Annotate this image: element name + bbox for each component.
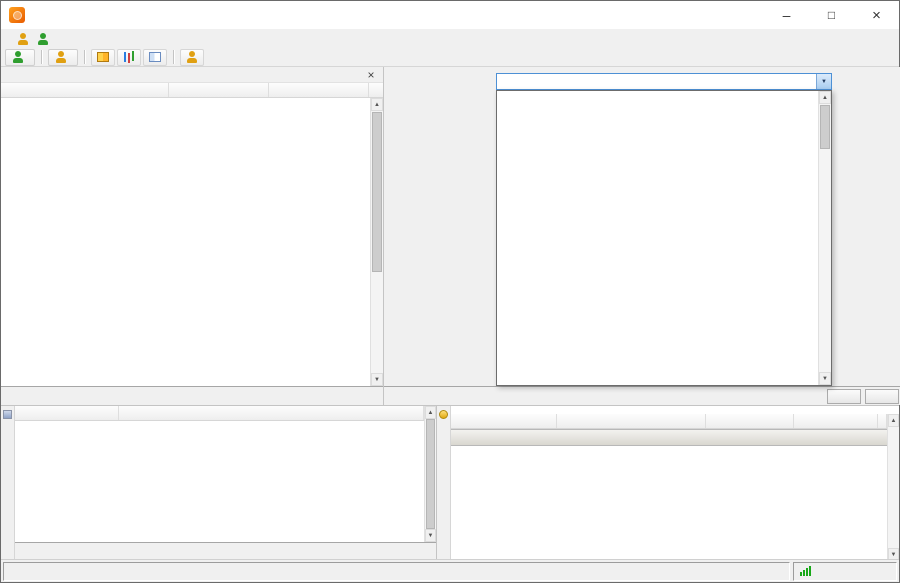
symbol-dropdown (496, 90, 832, 386)
layout-button[interactable] (143, 49, 167, 66)
connect-icon[interactable] (37, 33, 49, 45)
accounts-header (451, 414, 887, 429)
toolbar-separator (84, 50, 85, 64)
toolbar-separator (41, 50, 42, 64)
market-watch-rows (1, 98, 383, 386)
toolbar (1, 48, 899, 67)
new-account-icon (55, 51, 67, 63)
message-column-header[interactable] (119, 406, 424, 420)
orders-history-tabstrip (384, 386, 900, 405)
tick-chart-button[interactable] (117, 49, 141, 66)
account-icon (186, 51, 198, 63)
accounts-side-tab[interactable] (437, 406, 451, 561)
market-watch-panel (1, 67, 384, 405)
scroll-down-icon[interactable] (425, 529, 436, 542)
menu-bar (1, 29, 899, 48)
close-icon[interactable] (364, 69, 378, 81)
scroll-down-icon[interactable] (371, 373, 383, 386)
market-watch-scrollbar[interactable] (370, 98, 383, 386)
scroll-up-icon[interactable] (425, 406, 436, 419)
market-watch-header (1, 83, 383, 98)
level-column-header[interactable] (878, 414, 887, 428)
symbol-combobox[interactable] (496, 73, 832, 90)
bid-column-header[interactable] (169, 83, 269, 97)
accounts-scrollbar[interactable] (887, 414, 899, 561)
journal-panel (1, 405, 437, 561)
accounts-icon[interactable] (17, 33, 29, 45)
window-controls (764, 1, 899, 29)
toolbar-separator (173, 50, 174, 64)
time-column-header[interactable] (15, 406, 119, 420)
market-watch-caption (1, 67, 383, 83)
scroll-up-icon[interactable] (888, 414, 899, 427)
app-icon (9, 7, 25, 23)
connect-all-icon (12, 51, 24, 63)
login-column-header[interactable] (451, 414, 557, 428)
menu-quick-icons (17, 33, 49, 45)
scrollbar-thumb[interactable] (820, 105, 830, 149)
status-help-text (3, 562, 790, 581)
journal-table (15, 406, 424, 542)
accounts-panel (437, 405, 899, 561)
order-panel (384, 67, 900, 405)
titlebar (1, 1, 899, 29)
status-traffic-cell (793, 562, 897, 581)
name-column-header[interactable] (557, 414, 706, 428)
toolbox-icon (3, 410, 12, 419)
scrollbar-thumb[interactable] (426, 419, 435, 529)
journal-header (15, 406, 424, 421)
close-button[interactable] (854, 1, 899, 29)
accounts-table (451, 414, 887, 561)
grid-icon (97, 52, 109, 62)
connect-all-button[interactable] (5, 49, 35, 66)
toolbox-side-tab[interactable] (1, 406, 15, 561)
market-watch-button[interactable] (91, 49, 115, 66)
ask-column-header[interactable] (269, 83, 369, 97)
market-watch-tabs (1, 386, 383, 405)
accounts-coin-icon (439, 410, 448, 419)
chevron-down-icon[interactable] (816, 74, 831, 89)
chart-icon (124, 52, 126, 62)
maximize-button[interactable] (809, 1, 854, 29)
journal-scrollbar[interactable] (424, 406, 436, 542)
scroll-down-icon[interactable] (819, 372, 831, 385)
balance-column-header[interactable] (706, 414, 794, 428)
account-list-button[interactable] (180, 49, 204, 66)
layout-icon (149, 52, 161, 62)
app-window: { "window": { "title": "InstaTrader Mult… (0, 0, 900, 583)
scroll-up-icon[interactable] (819, 91, 831, 104)
scroll-up-icon[interactable] (371, 98, 383, 111)
accounts-total-row (451, 429, 887, 446)
status-bar (1, 559, 899, 582)
modify-button-partial[interactable] (827, 389, 861, 404)
minimize-button[interactable] (764, 1, 809, 29)
scrollbar-thumb[interactable] (372, 112, 382, 272)
delete-button-partial[interactable] (865, 389, 899, 404)
connection-bars-icon (800, 566, 811, 576)
dropdown-scrollbar[interactable] (818, 91, 831, 385)
symbol-column-header[interactable] (1, 83, 169, 97)
equity-column-header[interactable] (794, 414, 878, 428)
dropdown-list (497, 91, 818, 385)
new-account-button[interactable] (48, 49, 78, 66)
